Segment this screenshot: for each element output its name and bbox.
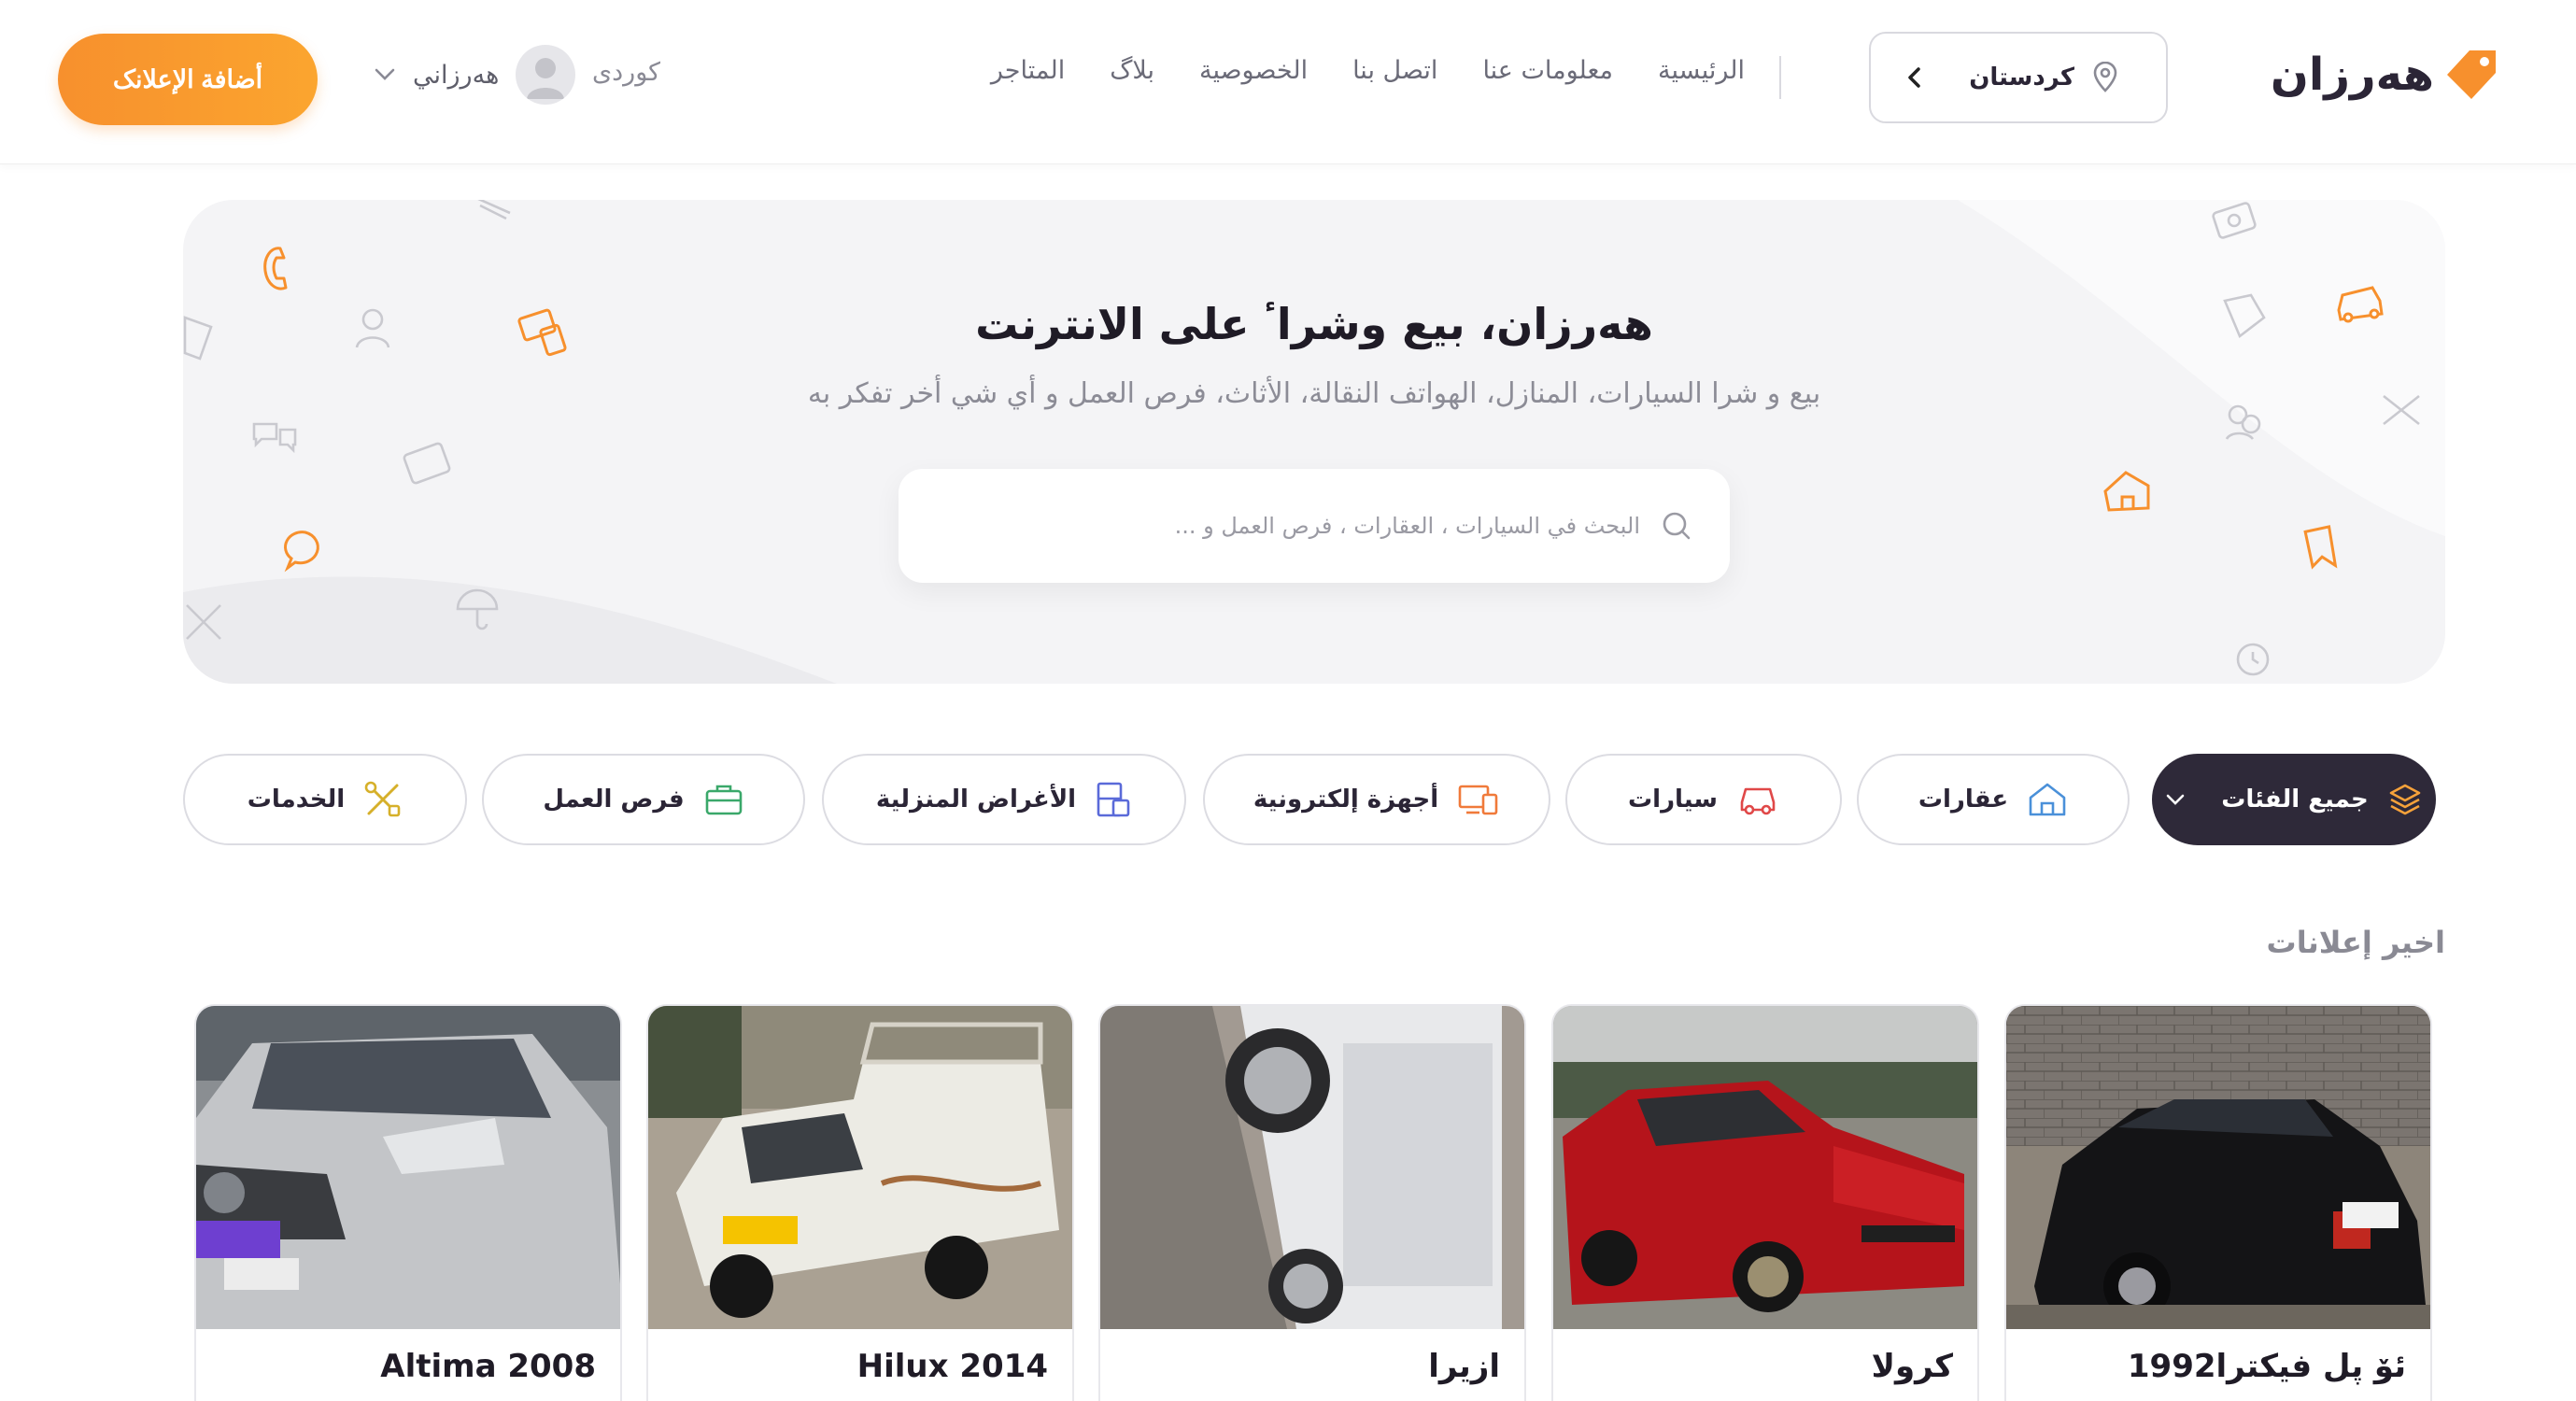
language-switch[interactable]: كوردى bbox=[592, 58, 660, 87]
user-avatar-icon bbox=[527, 58, 565, 99]
category-all[interactable]: جميع الفئات bbox=[2152, 754, 2436, 845]
category-label: أجهزة إلكترونية bbox=[1253, 785, 1439, 814]
site-logo[interactable]: هەرزان bbox=[2271, 45, 2501, 105]
tools-icon bbox=[364, 781, 401, 817]
category-services[interactable]: الخدمات bbox=[183, 754, 467, 845]
car-icon bbox=[1740, 787, 1776, 815]
category-real-estate[interactable]: عقارات bbox=[1857, 754, 2130, 845]
nav-divider bbox=[1779, 56, 1781, 99]
nav-privacy[interactable]: الخصوصية bbox=[1199, 56, 1308, 85]
region-label: كردستان bbox=[1969, 64, 2074, 92]
search-box[interactable] bbox=[899, 469, 1730, 583]
ad-image bbox=[2006, 1006, 2430, 1329]
region-selector[interactable]: كردستان bbox=[1869, 32, 2168, 123]
category-label: الأغراض المنزلية bbox=[875, 785, 1077, 814]
add-ad-button[interactable]: أضافة الإعلانک bbox=[58, 34, 318, 125]
category-jobs[interactable]: فرص العمل bbox=[482, 754, 805, 845]
logo-text: هەرزان bbox=[2270, 49, 2435, 101]
search-input[interactable] bbox=[1117, 513, 1640, 539]
nav-home[interactable]: الرئيسية bbox=[1658, 56, 1745, 85]
layers-icon bbox=[2389, 784, 2421, 815]
camera-deco-icon bbox=[2212, 202, 2257, 239]
furniture-icon bbox=[1097, 782, 1130, 817]
search-icon bbox=[1663, 512, 1691, 540]
bag-deco-icon bbox=[477, 200, 511, 220]
chevron-down-icon bbox=[2166, 794, 2185, 805]
logo-tag-icon bbox=[2447, 50, 2496, 99]
category-cars[interactable]: سيارات bbox=[1565, 754, 1842, 845]
location-pin-icon bbox=[2093, 62, 2117, 92]
bookmark-deco-icon bbox=[2303, 525, 2338, 570]
speech-deco-icon bbox=[284, 531, 319, 573]
ad-image bbox=[648, 1006, 1072, 1329]
nav-stores[interactable]: المتاجر bbox=[991, 56, 1065, 85]
user-menu[interactable]: هەرزاني bbox=[374, 45, 576, 105]
category-label: سيارات bbox=[1628, 785, 1718, 814]
hero-subtitle: بيع و شرا‌ السيارات، المنازل، الهواتف ال… bbox=[807, 377, 1821, 410]
ad-title: ئۆ پل فيكترا1992 bbox=[2127, 1348, 2406, 1385]
category-label: الخدمات bbox=[247, 785, 346, 814]
hero-wave-background bbox=[183, 200, 2445, 684]
ad-image bbox=[1100, 1006, 1524, 1329]
chat-deco-icon bbox=[252, 422, 297, 454]
category-household[interactable]: الأغراض المنزلية bbox=[822, 754, 1186, 845]
tools-deco-icon bbox=[186, 604, 221, 640]
ad-image bbox=[196, 1006, 620, 1329]
hero-title: هەرزان، بيع وشراٴ على الانترنت bbox=[975, 299, 1653, 349]
briefcase-deco-icon bbox=[403, 442, 451, 485]
house-deco-icon bbox=[2103, 471, 2150, 512]
ad-title: كرولا bbox=[1871, 1348, 1953, 1385]
ad-card[interactable]: Altima 2008 bbox=[194, 1004, 622, 1401]
nav-blog[interactable]: بلاگ bbox=[1110, 56, 1154, 85]
umbrella-deco-icon bbox=[456, 588, 499, 630]
latest-ads-list: ئۆ پل فيكترا1992 كرولا ازيرا Hilux 2014 … bbox=[194, 1004, 2434, 1401]
top-header: هەرزان كردستان الرئيسية معلومات عنا اتصل… bbox=[0, 0, 2576, 164]
briefcase-icon bbox=[705, 785, 742, 815]
phone-deco-icon bbox=[263, 247, 288, 290]
devices-icon bbox=[1458, 785, 1498, 815]
category-bar: جميع الفئات عقارات سيارات أجهزة إلكتروني… bbox=[183, 754, 2436, 845]
avatar bbox=[516, 45, 576, 105]
ad-image bbox=[1553, 1006, 1977, 1329]
main-nav: الرئيسية معلومات عنا اتصل بنا الخصوصية ب… bbox=[991, 56, 1745, 85]
chevron-down-icon bbox=[375, 68, 395, 80]
ad-title: ازيرا bbox=[1428, 1348, 1500, 1385]
ad-title: Altima 2008 bbox=[380, 1348, 596, 1385]
category-label: جميع الفئات bbox=[2221, 785, 2369, 814]
category-label: عقارات bbox=[1918, 785, 2009, 814]
house-icon bbox=[2029, 783, 2066, 816]
ad-card[interactable]: ازيرا bbox=[1098, 1004, 1526, 1401]
ad-card[interactable]: ئۆ پل فيكترا1992 bbox=[2004, 1004, 2432, 1401]
nav-contact[interactable]: اتصل بنا bbox=[1352, 56, 1437, 85]
hero-banner: هەرزان، بيع وشراٴ على الانترنت بيع و شرا… bbox=[183, 200, 2445, 684]
user-name: هەرزاني bbox=[413, 60, 500, 90]
chevron-left-icon bbox=[1908, 67, 1920, 88]
category-label: فرص العمل bbox=[543, 785, 685, 814]
ad-title: Hilux 2014 bbox=[856, 1348, 1048, 1385]
ad-card[interactable]: كرولا bbox=[1551, 1004, 1979, 1401]
clock-deco-icon bbox=[2236, 643, 2270, 676]
ad-card[interactable]: Hilux 2014 bbox=[646, 1004, 1074, 1401]
nav-about[interactable]: معلومات عنا bbox=[1482, 56, 1613, 85]
category-electronics[interactable]: أجهزة إلكترونية bbox=[1203, 754, 1550, 845]
latest-ads-title: اخير إعلانات bbox=[2266, 925, 2445, 960]
